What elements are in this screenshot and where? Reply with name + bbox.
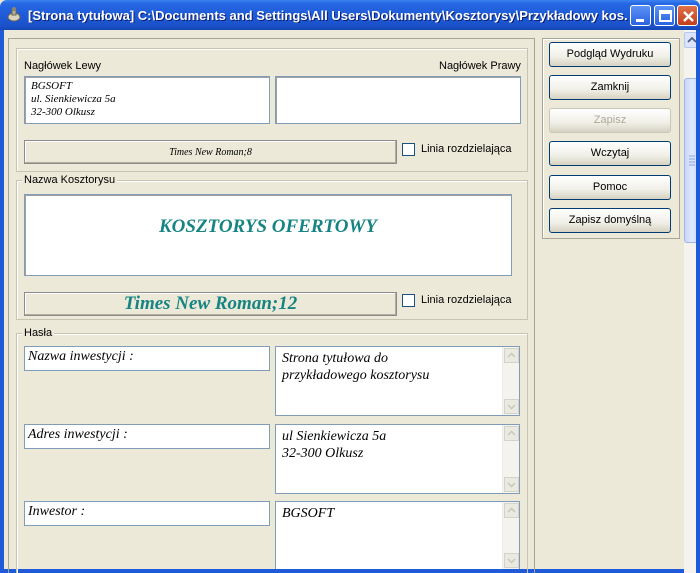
scroll-down-button[interactable] — [504, 553, 519, 568]
title-bar[interactable]: [Strona tytułowa] C:\Documents and Setti… — [0, 0, 700, 30]
header-divider-label: Linia rozdzielająca — [421, 143, 512, 155]
load-button[interactable]: Wczytaj — [549, 141, 671, 166]
minimize-icon — [636, 19, 644, 22]
left-header-input[interactable]: BGSOFT ul. Sienkiewicza 5a 32-300 Olkusz — [24, 76, 270, 124]
name-divider-checkbox[interactable] — [402, 294, 415, 307]
window-title: [Strona tytułowa] C:\Documents and Setti… — [28, 8, 628, 23]
scroll-down-button[interactable] — [504, 399, 519, 414]
name-divider-label: Linia rozdzielająca — [421, 294, 512, 306]
memo-scrollbar[interactable] — [502, 347, 519, 415]
chevron-up-icon — [507, 507, 516, 513]
chevron-down-icon — [507, 558, 516, 564]
name-input[interactable]: KOSZTORYS OFERTOWY — [24, 194, 512, 276]
keyword-key-input[interactable]: Adres inwestycji : — [24, 424, 270, 449]
chevron-up-icon — [507, 352, 516, 358]
scroll-up-button[interactable] — [504, 426, 519, 441]
window-frame-right — [696, 30, 700, 573]
chevron-up-icon — [507, 430, 516, 436]
close-dialog-button[interactable]: Zamknij — [549, 75, 671, 100]
save-button[interactable]: Zapisz — [549, 108, 671, 133]
keyword-value-memo[interactable]: Strona tytułowa do przykładowego kosztor… — [275, 346, 520, 416]
window-frame-left — [0, 30, 4, 573]
close-icon — [683, 11, 694, 22]
print-preview-button[interactable]: Podgląd Wydruku — [549, 42, 671, 67]
scroll-down-button[interactable] — [504, 477, 519, 492]
keyword-key-input[interactable]: Inwestor : — [24, 501, 270, 526]
maximize-icon — [659, 10, 672, 22]
close-button[interactable] — [677, 5, 698, 26]
app-icon[interactable] — [5, 6, 23, 24]
keyword-value-memo[interactable]: BGSOFT — [275, 501, 520, 569]
keyword-value-text: Strona tytułowa do przykładowego kosztor… — [282, 351, 430, 383]
memo-scrollbar[interactable] — [502, 502, 519, 569]
chevron-down-icon — [507, 482, 516, 488]
left-header-label: Nagłówek Lewy — [24, 60, 102, 72]
left-header-text: BGSOFT ul. Sienkiewicza 5a 32-300 Olkusz — [31, 80, 116, 118]
help-button[interactable]: Pomoc — [549, 175, 671, 200]
name-group-label: Nazwa Kosztorysu — [22, 174, 118, 186]
scroll-up-button[interactable] — [504, 348, 519, 363]
keyword-value-text: ul Sienkiewicza 5a 32-300 Olkusz — [282, 429, 387, 461]
name-text: KOSZTORYS OFERTOWY — [158, 216, 378, 237]
chevron-down-icon — [507, 404, 516, 410]
keywords-group-label: Hasła — [22, 327, 55, 339]
scroll-up-button[interactable] — [504, 503, 519, 518]
right-header-label: Nagłówek Prawy — [439, 60, 521, 72]
maximize-button[interactable] — [654, 5, 675, 26]
keyword-value-text: BGSOFT — [282, 506, 335, 521]
minimize-button[interactable] — [630, 5, 651, 26]
name-font-button[interactable]: Times New Roman;12 — [24, 292, 397, 316]
right-header-input[interactable] — [275, 76, 521, 124]
header-divider-checkbox[interactable] — [402, 143, 415, 156]
keyword-value-memo[interactable]: ul Sienkiewicza 5a 32-300 Olkusz — [275, 424, 520, 494]
save-default-button[interactable]: Zapisz domyślną — [549, 208, 671, 233]
memo-scrollbar[interactable] — [502, 425, 519, 493]
header-font-button[interactable]: Times New Roman;8 — [24, 140, 397, 164]
keyword-key-input[interactable]: Nazwa inwestycji : — [24, 346, 270, 371]
